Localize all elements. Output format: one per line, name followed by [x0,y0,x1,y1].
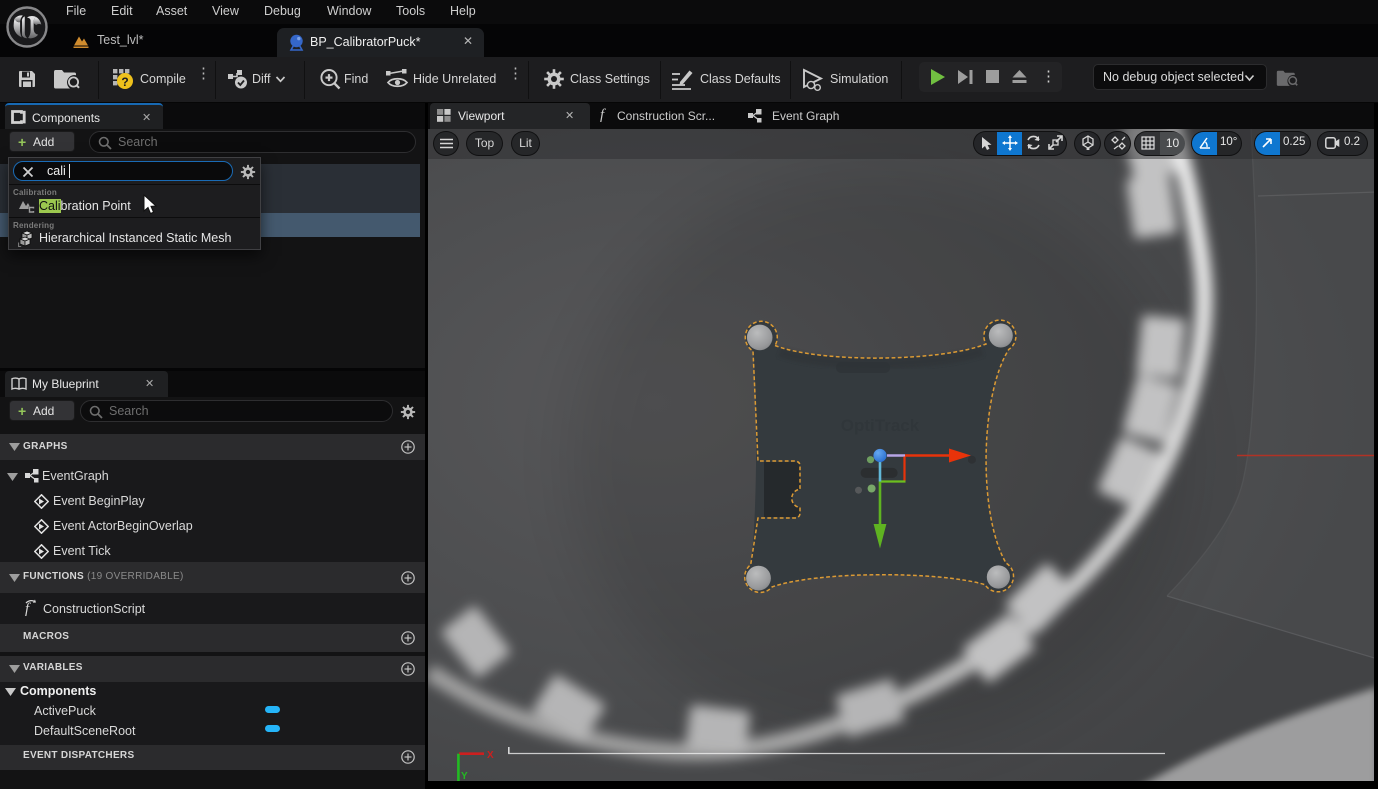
svg-text:X: X [487,750,494,761]
svg-text:f: f [25,601,31,616]
svg-text:Y: Y [461,771,468,781]
svg-text:?: ? [121,75,128,89]
svg-text:OptiTrack: OptiTrack [841,416,920,435]
